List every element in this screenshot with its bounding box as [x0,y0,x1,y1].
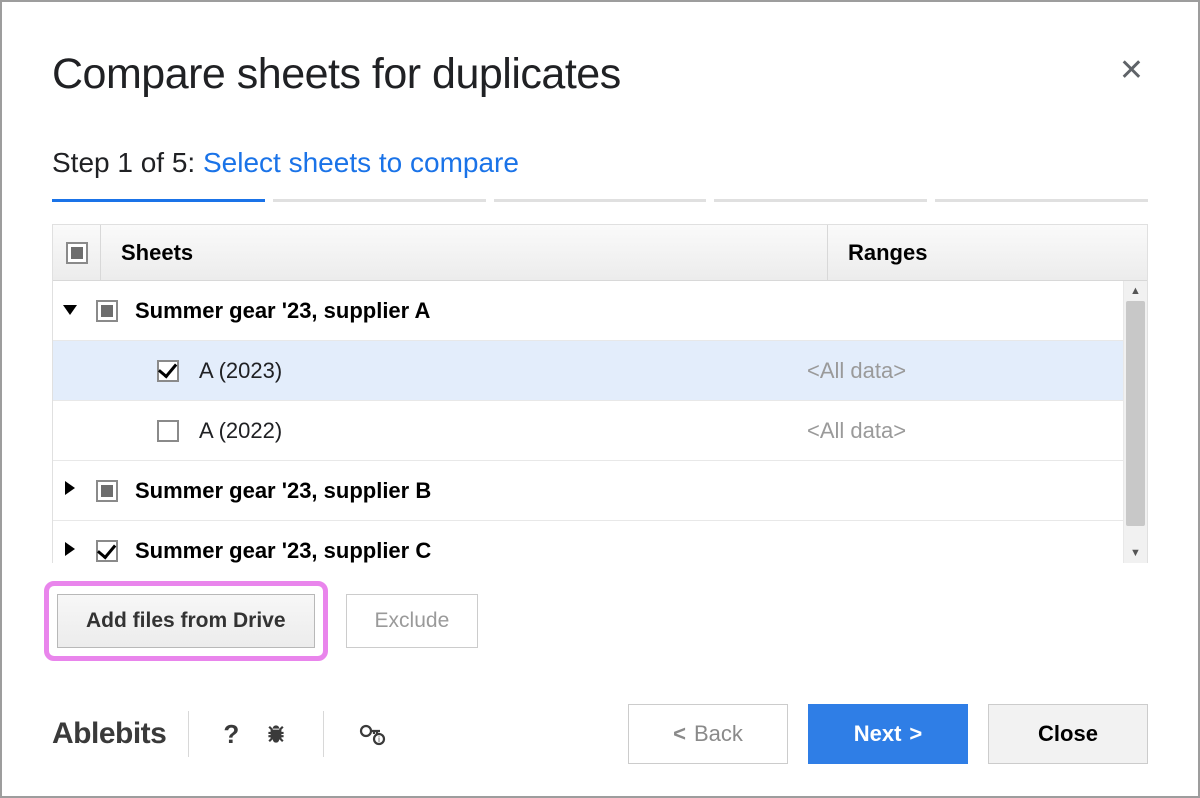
close-button[interactable]: Close [988,704,1148,764]
add-files-button[interactable]: Add files from Drive [57,594,315,648]
group-name: Summer gear '23, supplier A [127,298,1123,324]
progress-seg-2 [273,199,486,202]
select-all-checkbox[interactable] [66,242,88,264]
step-prefix: Step 1 of 5: [52,147,203,178]
divider [188,711,189,757]
group-checkbox[interactable] [96,540,118,562]
brand-logo: Ablebits [52,717,166,751]
sheets-table: Sheets Ranges Summer gear '23, supplier … [52,224,1148,563]
chevron-right-icon: > [909,721,922,747]
sheet-name: A (2023) [193,358,803,384]
back-label: Back [694,721,743,747]
step-action: Select sheets to compare [203,147,519,178]
chevron-left-icon: < [673,721,686,747]
header-ranges[interactable]: Ranges [827,225,1147,280]
sheet-range[interactable]: <All data> [803,418,1123,444]
group-checkbox[interactable] [96,480,118,502]
vertical-scrollbar[interactable]: ▲ ▼ [1123,281,1147,563]
progress-bar [52,199,1148,202]
chevron-right-icon[interactable] [65,481,75,495]
scroll-up-icon[interactable]: ▲ [1124,281,1147,301]
scroll-down-icon[interactable]: ▼ [1124,543,1147,563]
sheet-range[interactable]: <All data> [803,358,1123,384]
progress-seg-4 [714,199,927,202]
progress-seg-5 [935,199,1148,202]
exclude-button[interactable]: Exclude [346,594,479,648]
back-button[interactable]: < Back [628,704,788,764]
group-row-supplier-a[interactable]: Summer gear '23, supplier A [53,281,1123,341]
close-icon[interactable]: ✕ [1115,56,1148,86]
divider [323,711,324,757]
group-checkbox[interactable] [96,300,118,322]
step-indicator: Step 1 of 5: Select sheets to compare [52,147,1148,179]
progress-seg-1 [52,199,265,202]
sheet-name: A (2022) [193,418,803,444]
help-icon[interactable]: ? [223,719,239,750]
key-info-icon[interactable]: i [358,721,388,747]
dialog-title: Compare sheets for duplicates [52,50,621,99]
sheet-checkbox[interactable] [157,360,179,382]
group-row-supplier-c[interactable]: Summer gear '23, supplier C [53,521,1123,563]
highlight-annotation: Add files from Drive [44,581,328,661]
scroll-thumb[interactable] [1126,301,1145,526]
next-label: Next [854,721,902,747]
sheet-row-a-2023[interactable]: A (2023) <All data> [53,341,1123,401]
sheet-checkbox[interactable] [157,420,179,442]
sheet-row-a-2022[interactable]: A (2022) <All data> [53,401,1123,461]
group-name: Summer gear '23, supplier B [127,478,1123,504]
next-button[interactable]: Next > [808,704,968,764]
chevron-down-icon[interactable] [63,305,77,315]
group-row-supplier-b[interactable]: Summer gear '23, supplier B [53,461,1123,521]
progress-seg-3 [494,199,707,202]
table-header: Sheets Ranges [53,225,1147,281]
header-sheets[interactable]: Sheets [101,240,827,266]
chevron-right-icon[interactable] [65,542,75,556]
bug-icon[interactable] [263,721,289,747]
group-name: Summer gear '23, supplier C [127,538,1123,563]
svg-text:i: i [378,735,380,744]
